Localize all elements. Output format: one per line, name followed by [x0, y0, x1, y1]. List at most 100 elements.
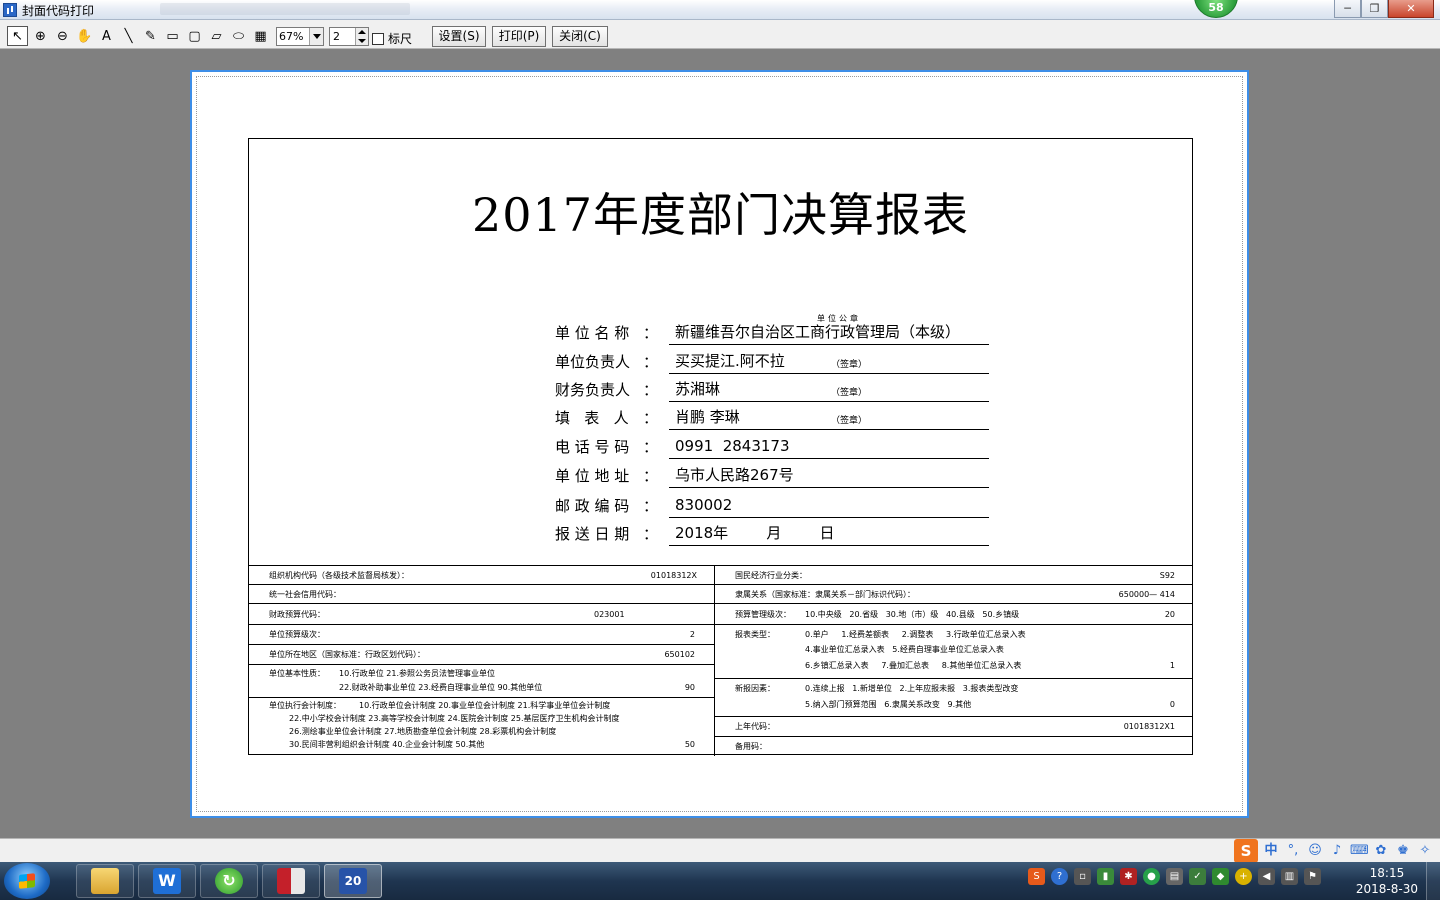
- signature-note: （签章）: [831, 416, 868, 426]
- print-button[interactable]: 打印(P): [492, 26, 546, 47]
- chevron-down-icon[interactable]: [309, 28, 323, 45]
- antivirus-icon[interactable]: ✱: [1120, 868, 1137, 885]
- taskbar-report-app[interactable]: 20: [324, 864, 382, 898]
- show-desktop-button[interactable]: [1426, 862, 1440, 900]
- report-type-option-line: 0.单户 1.经费差额表 2.调整表 3.行政单位汇总录入表: [805, 630, 1026, 639]
- line-tool[interactable]: ╲: [118, 26, 139, 46]
- close-window-button[interactable]: ✕: [1388, 0, 1434, 18]
- zoom-out-icon: ⊖: [57, 28, 68, 44]
- rectangle-tool[interactable]: ▭: [162, 26, 183, 46]
- field-colon: ：: [643, 409, 659, 427]
- ruler-label: 标尺: [388, 32, 413, 46]
- ime-language-toggle[interactable]: 中: [1262, 842, 1280, 860]
- field-unit-head: 单位负责人 ： 买买提江.阿不拉 （签章）: [555, 350, 989, 374]
- checkbox-box-icon[interactable]: [372, 32, 384, 45]
- start-button[interactable]: [4, 863, 50, 899]
- zoom-in-tool[interactable]: ⊕: [30, 26, 51, 46]
- restore-button[interactable]: ❐: [1361, 0, 1388, 18]
- document-title: 2017年度部门决算报表: [471, 188, 970, 242]
- image-tool[interactable]: ▦: [250, 26, 271, 46]
- rounded-rect-tool[interactable]: ▢: [184, 26, 205, 46]
- pointer-tool[interactable]: ↖: [7, 26, 28, 46]
- emoji-icon[interactable]: ☺: [1306, 842, 1324, 860]
- taskbar: W ↻ 20 S ? ▫ ▮ ✱ ● ▤ ✓ ◆ + ◀ ▥ ⚑ 18:15 2…: [0, 862, 1440, 900]
- window-list-icon[interactable]: ▫: [1074, 868, 1091, 885]
- pencil-tool[interactable]: ✎: [140, 26, 161, 46]
- notification-badge[interactable]: 58: [1194, 0, 1238, 18]
- field-preparer: 填 表 人 ： 肖鹏 李琳 （签章）: [555, 406, 989, 430]
- field-colon: ：: [643, 353, 659, 371]
- taskbar-browser[interactable]: ↻: [200, 864, 258, 898]
- microphone-icon[interactable]: ♪: [1328, 842, 1346, 860]
- zoom-value: 67%: [279, 30, 304, 43]
- spin-arrows-icon[interactable]: [355, 28, 368, 45]
- fiscal-code-value: 023001: [594, 610, 625, 619]
- flag-icon[interactable]: ⚑: [1304, 868, 1321, 885]
- wrench-icon[interactable]: ✧: [1416, 842, 1434, 860]
- taskbar-security-app[interactable]: [262, 864, 320, 898]
- nature-label: 单位基本性质：: [269, 669, 325, 678]
- shield-icon: [277, 868, 305, 894]
- new-reason-value: 0: [1169, 700, 1175, 709]
- page-stepper[interactable]: 2: [329, 27, 369, 46]
- parallelogram-tool[interactable]: ▱: [206, 26, 227, 46]
- backup-code-label: 备用码：: [735, 742, 767, 751]
- clock-time: 18:15: [1369, 866, 1405, 880]
- report-app-icon: 20: [339, 868, 367, 894]
- zoom-out-tool[interactable]: ⊖: [52, 26, 73, 46]
- ruler-checkbox[interactable]: 标尺: [372, 30, 412, 47]
- keyboard-icon[interactable]: ⌨: [1350, 842, 1369, 860]
- skin-icon[interactable]: ✿: [1372, 842, 1390, 860]
- field-label: 电 话 号 码: [555, 438, 630, 456]
- volume-icon[interactable]: ◀: [1258, 868, 1275, 885]
- field-value: 买买提江.阿不拉: [669, 350, 989, 374]
- minimize-button[interactable]: ─: [1334, 0, 1361, 18]
- taskbar-explorer[interactable]: [76, 864, 134, 898]
- wechat-icon[interactable]: ●: [1143, 868, 1160, 885]
- row-line: [249, 603, 714, 604]
- settings-button[interactable]: 设置(S): [432, 26, 486, 47]
- check-icon[interactable]: ✓: [1189, 868, 1206, 885]
- row-line: [715, 624, 1192, 625]
- rounded-rect-icon: ▢: [188, 28, 201, 44]
- shirt-icon[interactable]: ♚: [1394, 842, 1412, 860]
- print-shortcut: (P): [522, 29, 540, 43]
- ime-toolbar[interactable]: S 中 °, ☺ ♪ ⌨ ✿ ♚ ✧: [1234, 839, 1440, 863]
- report-type-option-line: 6.乡镇汇总录入表 7.叠加汇总表 8.其他单位汇总录入表: [805, 661, 1022, 670]
- security-shield-icon[interactable]: ◆: [1212, 868, 1229, 885]
- credit-code-label: 统一社会信用代码：: [269, 590, 341, 599]
- hand-tool[interactable]: ✋: [74, 26, 95, 46]
- row-line: [249, 644, 714, 645]
- clock[interactable]: 18:15 2018-8-30: [1356, 865, 1418, 897]
- last-year-code-value: 01018312X1: [1123, 722, 1175, 731]
- print-label: 打印: [498, 29, 523, 43]
- zoom-select[interactable]: 67%: [276, 27, 324, 46]
- print-preview-page[interactable]: 2017年度部门决算报表 单位公章 单 位 名 称 ： 新疆维吾尔自治区工商行政…: [190, 70, 1249, 818]
- field-phone: 电 话 号 码 ： 0991 2843173: [555, 435, 989, 459]
- network-icon[interactable]: ▥: [1281, 868, 1298, 885]
- last-year-code-label: 上年代码：: [735, 722, 775, 731]
- usb-icon[interactable]: ▮: [1097, 868, 1114, 885]
- field-label: 单 位 地 址: [555, 467, 630, 485]
- new-reason-option-line: 5.纳入部门预算范围 6.隶属关系改变 9.其他: [805, 700, 972, 709]
- ime-punctuation-toggle[interactable]: °,: [1284, 842, 1302, 860]
- nature-option-line: 10.行政单位 21.参照公务员法管理事业单位: [339, 669, 495, 678]
- signature-note: （签章）: [831, 388, 868, 398]
- help-icon[interactable]: ?: [1051, 868, 1068, 885]
- field-label: 报 送 日 期: [555, 525, 630, 543]
- row-line: [715, 716, 1192, 717]
- device-icon[interactable]: ▤: [1166, 868, 1183, 885]
- close-label: 关闭: [559, 29, 584, 43]
- row-line: [249, 584, 714, 585]
- sogou-ime-icon[interactable]: S: [1234, 839, 1258, 863]
- plus-icon[interactable]: +: [1235, 868, 1252, 885]
- status-strip: S 中 °, ☺ ♪ ⌨ ✿ ♚ ✧: [0, 838, 1440, 863]
- sogou-tray-icon[interactable]: S: [1028, 868, 1045, 885]
- close-button[interactable]: 关闭(C): [552, 26, 608, 47]
- ellipse-tool[interactable]: ⬭: [228, 26, 249, 46]
- text-tool[interactable]: A: [96, 26, 117, 46]
- wps-writer-icon: W: [153, 868, 181, 894]
- taskbar-wps[interactable]: W: [138, 864, 196, 898]
- field-value: 2018年 月 日: [669, 522, 989, 546]
- field-label: 单 位 名 称: [555, 324, 630, 342]
